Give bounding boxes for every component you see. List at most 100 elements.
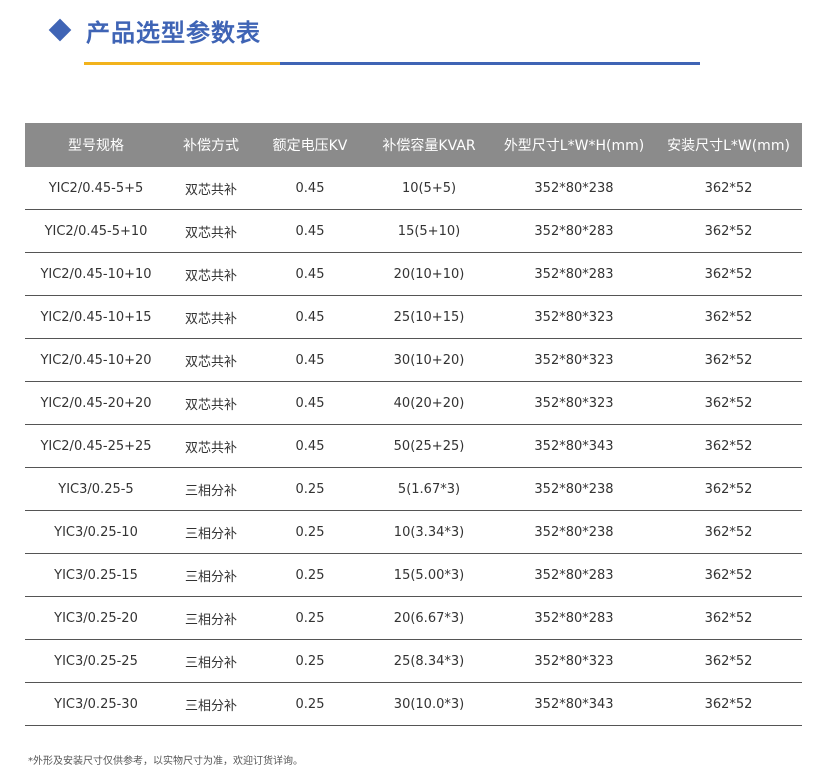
cell-outline-size: 352*80*238 <box>493 467 655 511</box>
cell-compensation-mode: 双芯共补 <box>167 338 255 382</box>
table-row: YIC2/0.45-10+15 双芯共补 0.45 25(10+15) 352*80*3… <box>25 295 802 339</box>
cell-outline-size: 352*80*323 <box>493 381 655 425</box>
column-header-rated-voltage: 额定电压KV <box>255 123 365 167</box>
cell-install-size: 362*52 <box>655 639 802 683</box>
cell-capacity: 40(20+20) <box>365 381 493 425</box>
cell-outline-size: 352*80*323 <box>493 338 655 382</box>
column-header-capacity: 补偿容量KVAR <box>365 123 493 167</box>
cell-compensation-mode: 三相分补 <box>167 596 255 640</box>
cell-outline-size: 352*80*343 <box>493 682 655 726</box>
cell-rated-voltage: 0.25 <box>255 596 365 640</box>
cell-compensation-mode: 双芯共补 <box>167 424 255 468</box>
cell-rated-voltage: 0.45 <box>255 295 365 339</box>
cell-capacity: 20(10+10) <box>365 252 493 296</box>
table-row: YIC2/0.45-25+25 双芯共补 0.45 50(25+25) 352*80*3… <box>25 424 802 468</box>
cell-outline-size: 352*80*283 <box>493 553 655 597</box>
cell-model: YIC2/0.45-25+25 <box>25 424 167 468</box>
cell-install-size: 362*52 <box>655 682 802 726</box>
cell-model: YIC2/0.45-10+20 <box>25 338 167 382</box>
table-row: YIC3/0.25-30 三相分补 0.25 30(10.0*3) 352*80*343… <box>25 682 802 726</box>
table-row: YIC2/0.45-5+5 双芯共补 0.45 10(5+5) 352*80*238 36… <box>25 167 802 210</box>
cell-rated-voltage: 0.25 <box>255 467 365 511</box>
cell-install-size: 362*52 <box>655 167 802 210</box>
table-row: YIC3/0.25-15 三相分补 0.25 15(5.00*3) 352*80*283… <box>25 553 802 597</box>
spec-table: 型号规格 补偿方式 额定电压KV 补偿容量KVAR 外型尺寸L*W*H(mm) … <box>25 123 802 726</box>
cell-outline-size: 352*80*283 <box>493 252 655 296</box>
cell-model: YIC2/0.45-5+10 <box>25 209 167 253</box>
cell-rated-voltage: 0.45 <box>255 209 365 253</box>
cell-model: YIC2/0.45-10+15 <box>25 295 167 339</box>
cell-outline-size: 352*80*238 <box>493 167 655 210</box>
cell-capacity: 25(8.34*3) <box>365 639 493 683</box>
cell-model: YIC3/0.25-10 <box>25 510 167 554</box>
cell-install-size: 362*52 <box>655 467 802 511</box>
cell-model: YIC3/0.25-5 <box>25 467 167 511</box>
cell-install-size: 362*52 <box>655 596 802 640</box>
cell-rated-voltage: 0.45 <box>255 252 365 296</box>
footnote: *外形及安装尺寸仅供参考，以实物尺寸为准，欢迎订货详询。 <box>28 756 303 767</box>
cell-compensation-mode: 三相分补 <box>167 510 255 554</box>
cell-compensation-mode: 三相分补 <box>167 553 255 597</box>
cell-model: YIC2/0.45-20+20 <box>25 381 167 425</box>
cell-rated-voltage: 0.25 <box>255 510 365 554</box>
cell-rated-voltage: 0.45 <box>255 338 365 382</box>
cell-capacity: 50(25+25) <box>365 424 493 468</box>
column-header-install-size: 安装尺寸L*W(mm) <box>655 123 802 167</box>
diamond-icon <box>48 18 72 42</box>
cell-rated-voltage: 0.45 <box>255 381 365 425</box>
table-row: YIC2/0.45-10+10 双芯共补 0.45 20(10+10) 352*80*2… <box>25 252 802 296</box>
cell-install-size: 362*52 <box>655 510 802 554</box>
title-underline <box>280 62 700 65</box>
cell-compensation-mode: 双芯共补 <box>167 167 255 210</box>
table-row: YIC2/0.45-10+20 双芯共补 0.45 30(10+20) 352*80*3… <box>25 338 802 382</box>
table-row: YIC3/0.25-25 三相分补 0.25 25(8.34*3) 352*80*323… <box>25 639 802 683</box>
cell-model: YIC3/0.25-25 <box>25 639 167 683</box>
cell-outline-size: 352*80*283 <box>493 209 655 253</box>
cell-outline-size: 352*80*323 <box>493 639 655 683</box>
column-header-model: 型号规格 <box>25 123 167 167</box>
cell-compensation-mode: 双芯共补 <box>167 381 255 425</box>
cell-outline-size: 352*80*238 <box>493 510 655 554</box>
table-row: YIC3/0.25-5 三相分补 0.25 5(1.67*3) 352*80*238 36… <box>25 467 802 511</box>
column-header-outline-size: 外型尺寸L*W*H(mm) <box>493 123 655 167</box>
cell-rated-voltage: 0.25 <box>255 639 365 683</box>
cell-model: YIC3/0.25-30 <box>25 682 167 726</box>
cell-compensation-mode: 双芯共补 <box>167 252 255 296</box>
title-underline-accent <box>84 62 280 65</box>
cell-model: YIC2/0.45-10+10 <box>25 252 167 296</box>
cell-capacity: 15(5+10) <box>365 209 493 253</box>
cell-compensation-mode: 双芯共补 <box>167 209 255 253</box>
cell-capacity: 30(10.0*3) <box>365 682 493 726</box>
cell-install-size: 362*52 <box>655 295 802 339</box>
cell-install-size: 362*52 <box>655 338 802 382</box>
cell-install-size: 362*52 <box>655 252 802 296</box>
cell-install-size: 362*52 <box>655 209 802 253</box>
cell-rated-voltage: 0.25 <box>255 682 365 726</box>
cell-install-size: 362*52 <box>655 424 802 468</box>
cell-rated-voltage: 0.45 <box>255 167 365 210</box>
cell-outline-size: 352*80*323 <box>493 295 655 339</box>
cell-compensation-mode: 三相分补 <box>167 682 255 726</box>
cell-compensation-mode: 三相分补 <box>167 467 255 511</box>
table-row: YIC2/0.45-20+20 双芯共补 0.45 40(20+20) 352*80*3… <box>25 381 802 425</box>
page-title: 产品选型参数表 <box>86 18 261 47</box>
cell-outline-size: 352*80*343 <box>493 424 655 468</box>
cell-rated-voltage: 0.45 <box>255 424 365 468</box>
cell-capacity: 5(1.67*3) <box>365 467 493 511</box>
cell-capacity: 10(5+5) <box>365 167 493 210</box>
cell-capacity: 10(3.34*3) <box>365 510 493 554</box>
cell-compensation-mode: 三相分补 <box>167 639 255 683</box>
table-row: YIC3/0.25-10 三相分补 0.25 10(3.34*3) 352*80*238… <box>25 510 802 554</box>
cell-capacity: 15(5.00*3) <box>365 553 493 597</box>
cell-capacity: 20(6.67*3) <box>365 596 493 640</box>
table-row: YIC3/0.25-20 三相分补 0.25 20(6.67*3) 352*80*283… <box>25 596 802 640</box>
cell-model: YIC3/0.25-15 <box>25 553 167 597</box>
table-row: YIC2/0.45-5+10 双芯共补 0.45 15(5+10) 352*80*283… <box>25 209 802 253</box>
cell-capacity: 25(10+15) <box>365 295 493 339</box>
cell-rated-voltage: 0.25 <box>255 553 365 597</box>
cell-capacity: 30(10+20) <box>365 338 493 382</box>
table-header-row: 型号规格 补偿方式 额定电压KV 补偿容量KVAR 外型尺寸L*W*H(mm) … <box>25 123 802 167</box>
cell-model: YIC2/0.45-5+5 <box>25 167 167 210</box>
page-title-block: 产品选型参数表 <box>48 13 261 47</box>
cell-outline-size: 352*80*283 <box>493 596 655 640</box>
